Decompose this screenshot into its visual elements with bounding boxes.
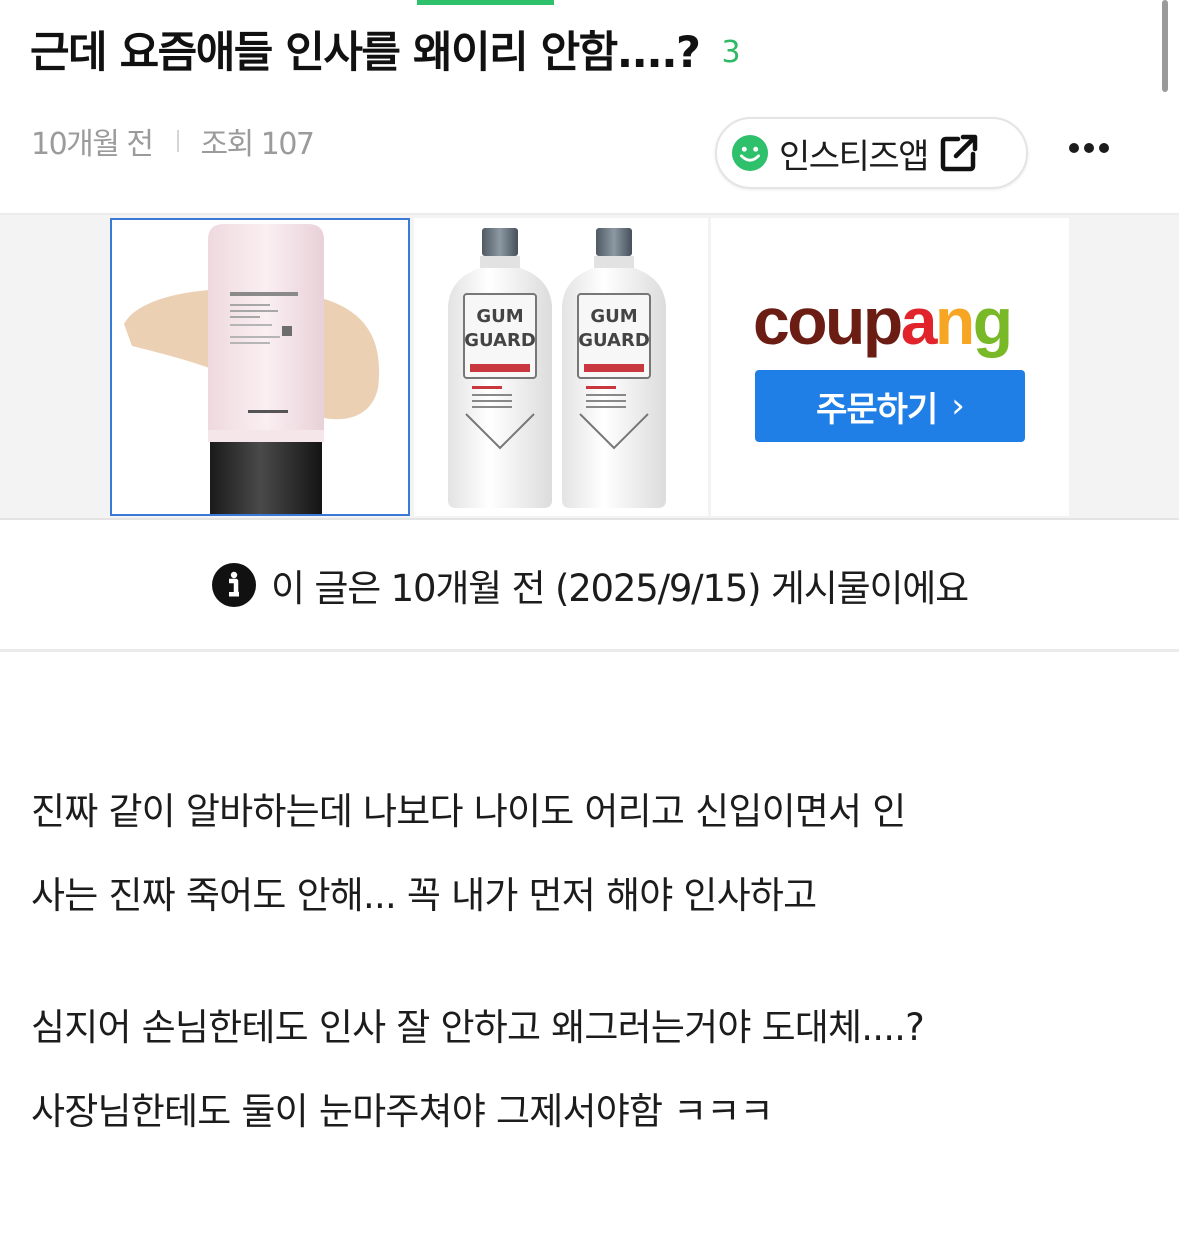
post-page: 근데 요즘애들 인사를 왜이리 안함....? 3 10개월 전 조회 107 … <box>0 0 1179 1234</box>
ad-product-gum-guard[interactable]: GUM GUARD GUM GUARD <box>414 218 708 516</box>
divider <box>0 649 1179 652</box>
post-age-notice-text: 이 글은 10개월 전 (2025/9/15) 게시물이에요 <box>271 567 969 610</box>
scrollbar[interactable] <box>1162 0 1168 92</box>
post-header: 근데 요즘애들 인사를 왜이리 안함....? 3 <box>30 14 1119 84</box>
ad-product-sunscreen[interactable] <box>110 218 410 516</box>
divider <box>0 518 1179 520</box>
meta-separator <box>176 130 179 152</box>
post-time-ago: 10개월 전 <box>31 127 154 162</box>
gum-guard-bottles-product: GUM GUARD GUM GUARD <box>448 228 666 508</box>
ad-coupang[interactable]: coupang 주문하기 › <box>711 218 1069 516</box>
coupang-logo-letter: c <box>753 284 790 358</box>
coupang-logo-letter: p <box>862 284 903 358</box>
coupang-logo-letter: n <box>934 284 975 358</box>
post-meta: 10개월 전 조회 107 <box>31 118 316 164</box>
svg-text:GUM: GUM <box>476 306 523 327</box>
open-app-label: 인스티즈앱 <box>779 136 929 177</box>
chevron-right-icon: › <box>951 386 965 426</box>
post-body: 진짜 같이 알바하는데 나보다 나이도 어리고 신입이면서 인 사는 진짜 죽어… <box>31 770 1151 1154</box>
smile-icon <box>731 134 769 172</box>
post-title: 근데 요즘애들 인사를 왜이리 안함....? <box>30 28 701 78</box>
svg-text:GUARD: GUARD <box>578 330 650 351</box>
sunscreen-tube-product <box>124 224 380 514</box>
post-body-line: 사는 진짜 죽어도 안해... 꼭 내가 먼저 해야 인사하고 <box>31 874 817 917</box>
open-app-button[interactable]: 인스티즈앱 <box>715 117 1028 189</box>
svg-text:GUARD: GUARD <box>464 330 536 351</box>
post-body-line: 심지어 손님한테도 인사 잘 안하고 왜그러는거야 도대체....? <box>31 1006 925 1049</box>
comment-count[interactable]: 3 <box>722 35 741 70</box>
post-body-line: 사장님한테도 둘이 눈마주쳐야 그제서야함 ㅋㅋㅋ <box>31 1090 774 1133</box>
external-link-icon <box>940 134 978 172</box>
info-icon <box>212 563 257 607</box>
coupang-logo-letter: o <box>787 284 827 358</box>
coupang-logo-letter: g <box>972 284 1013 358</box>
coupang-logo: coupang <box>753 280 1033 362</box>
post-body-line: 진짜 같이 알바하는데 나보다 나이도 어리고 신입이면서 인 <box>31 790 906 833</box>
order-button[interactable]: 주문하기 › <box>755 370 1025 442</box>
svg-text:GUM: GUM <box>590 306 637 327</box>
post-age-notice: 이 글은 10개월 전 (2025/9/15) 게시물이에요 <box>0 555 1179 615</box>
coupang-logo-letter: u <box>825 284 865 358</box>
active-tab-indicator <box>417 0 554 5</box>
more-options-icon[interactable] <box>1066 138 1112 158</box>
coupang-logo-letter: a <box>900 284 938 358</box>
view-count: 조회 107 <box>200 127 316 162</box>
order-button-label: 주문하기 <box>816 389 938 430</box>
